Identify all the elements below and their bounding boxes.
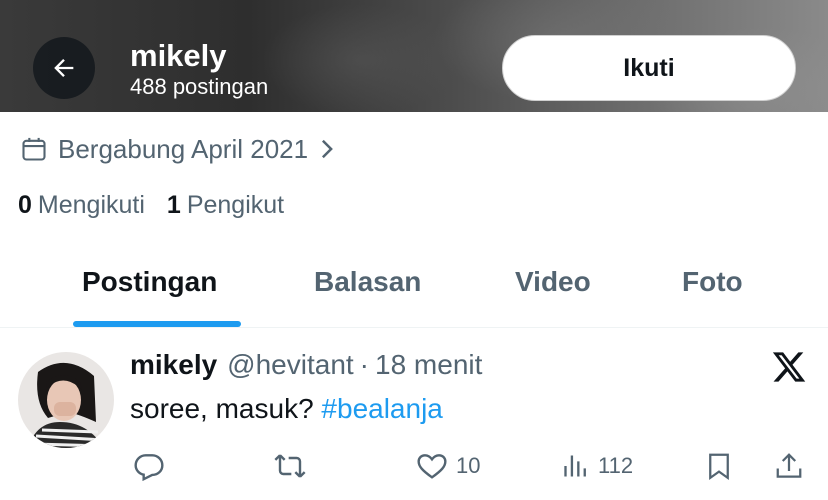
back-button[interactable] [33, 37, 95, 99]
bookmark-button[interactable] [704, 448, 734, 484]
active-tab-indicator [73, 321, 241, 327]
views-icon [564, 455, 586, 477]
share-icon [776, 453, 802, 478]
post-actions: 10 112 [0, 448, 828, 484]
tab-replies[interactable]: Balasan [314, 266, 421, 298]
profile-tabs: Postingan Balasan Video Foto [0, 250, 828, 328]
back-arrow-icon [54, 59, 74, 77]
followers-count: 1 [166, 191, 181, 219]
header-post-count: 488 postingan [130, 74, 269, 99]
like-count: 10 [456, 453, 481, 478]
header-display-name: mikely [130, 38, 227, 73]
post-author-name[interactable]: mikely [130, 349, 217, 381]
following-link[interactable]: 0 Mengikuti [18, 191, 145, 220]
tab-video[interactable]: Video [515, 266, 591, 298]
tab-posts[interactable]: Postingan [82, 266, 217, 298]
post-text: soree, masuk? #bealanja [130, 393, 443, 425]
profile-header-banner: mikely 488 postingan Ikuti [0, 0, 828, 112]
post-header: mikely @hevitant · 18 menit [130, 349, 482, 381]
calendar-icon [20, 135, 48, 163]
like-button[interactable]: 10 [416, 448, 480, 484]
tab-photos[interactable]: Foto [682, 266, 743, 298]
followers-label: Pengikut [186, 191, 285, 219]
following-count: 0 [18, 191, 32, 219]
post-timestamp[interactable]: 18 menit [375, 349, 482, 381]
views-count: 112 [598, 453, 634, 478]
follow-button[interactable]: Ikuti [502, 35, 796, 101]
avatar[interactable] [18, 352, 114, 448]
follow-stats: 0 Mengikuti 1 Pengikut [18, 191, 306, 220]
joined-date[interactable]: Bergabung April 2021 [20, 131, 336, 167]
following-label: Mengikuti [37, 191, 145, 219]
followers-link[interactable]: 1 Pengikut [167, 191, 284, 220]
share-button[interactable] [774, 448, 804, 484]
post-hashtag[interactable]: #bealanja [321, 393, 442, 424]
bookmark-icon [709, 453, 729, 481]
repost-icon [274, 454, 306, 478]
joined-text: Bergabung April 2021 [58, 133, 309, 164]
reply-button[interactable] [133, 448, 165, 484]
x-logo-icon [771, 349, 807, 385]
post-author-handle[interactable]: @hevitant [227, 349, 354, 381]
chevron-right-icon [318, 138, 336, 160]
post-separator: · [359, 349, 369, 380]
like-icon [417, 454, 447, 479]
post-body: soree, masuk? [130, 393, 322, 424]
reply-icon [134, 454, 164, 482]
views-button[interactable]: 112 [562, 448, 633, 484]
repost-button[interactable] [273, 448, 307, 484]
